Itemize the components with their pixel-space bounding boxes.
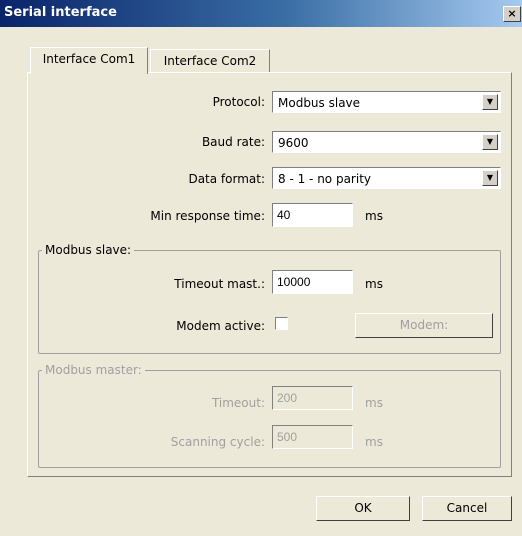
baud-rate-value: 9600: [278, 136, 309, 150]
modbus-master-group: [38, 370, 501, 468]
scanning-cycle-input[interactable]: [272, 425, 353, 449]
master-timeout-input[interactable]: [272, 386, 353, 410]
baud-rate-label: Baud rate:: [201, 135, 265, 149]
modem-active-label: Modem active:: [176, 319, 265, 333]
chevron-down-icon[interactable]: ▼: [482, 94, 498, 110]
min-response-unit: ms: [365, 209, 383, 223]
baud-rate-select[interactable]: 9600 ▼: [272, 131, 501, 153]
min-response-input[interactable]: [272, 203, 353, 227]
master-timeout-label: Timeout:: [211, 396, 265, 410]
chevron-down-icon[interactable]: ▼: [482, 170, 498, 186]
protocol-value: Modbus slave: [278, 96, 361, 110]
protocol-label: Protocol:: [212, 95, 265, 109]
tab-interface-com1[interactable]: Interface Com1: [30, 47, 148, 74]
modem-button[interactable]: Modem:: [355, 313, 493, 338]
timeout-mast-unit: ms: [365, 277, 383, 291]
protocol-select[interactable]: Modbus slave ▼: [272, 91, 501, 113]
modbus-slave-title: Modbus slave:: [42, 243, 135, 257]
title-bar[interactable]: Serial interface ×: [0, 0, 522, 27]
min-response-label: Min response time:: [150, 209, 265, 223]
tab-interface-com2[interactable]: Interface Com2: [150, 49, 270, 72]
modem-active-checkbox[interactable]: [275, 317, 288, 330]
modbus-master-title: Modbus master:: [42, 363, 145, 377]
cancel-button[interactable]: Cancel: [422, 496, 512, 521]
scanning-cycle-unit: ms: [365, 435, 383, 449]
master-timeout-unit: ms: [365, 396, 383, 410]
window-title: Serial interface: [4, 5, 117, 20]
data-format-label: Data format:: [188, 172, 265, 186]
timeout-mast-input[interactable]: [272, 270, 353, 294]
modbus-slave-group: [38, 250, 501, 354]
data-format-select[interactable]: 8 - 1 - no parity ▼: [272, 167, 501, 189]
close-button[interactable]: ×: [503, 6, 521, 22]
ok-button[interactable]: OK: [316, 496, 410, 521]
timeout-mast-label: Timeout mast.:: [174, 277, 265, 291]
chevron-down-icon[interactable]: ▼: [482, 134, 498, 150]
data-format-value: 8 - 1 - no parity: [278, 172, 371, 186]
scanning-cycle-label: Scanning cycle:: [170, 435, 265, 449]
